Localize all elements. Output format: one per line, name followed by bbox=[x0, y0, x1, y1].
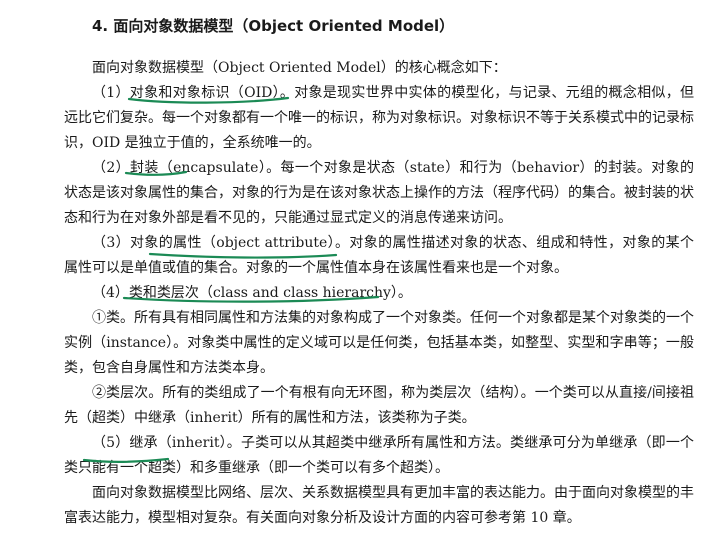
class-definition-paragraph: ①类。所有具有相同属性和方法集的对象构成了一个对象类。任何一个对象都是某个对象类… bbox=[64, 310, 694, 377]
attribute-paragraph: （3）对象的属性（object attribute）。对象的属性描述对象的状态、… bbox=[64, 235, 694, 277]
hierarchy-definition-paragraph: ②类层次。所有的类组成了一个有根有向无环图，称为类层次（结构）。一个类可以从直接… bbox=[64, 385, 694, 427]
document-page: 4. 面向对象数据模型（Object Oriented Model） 面向对象数… bbox=[0, 0, 714, 534]
section-heading: 4. 面向对象数据模型（Object Oriented Model） bbox=[92, 17, 455, 35]
intro-paragraph: 面向对象数据模型（Object Oriented Model）的核心概念如下： bbox=[92, 60, 507, 76]
inheritance-paragraph: （5）继承（inherit）。子类可以从其超类中继承所有属性和方法。类继承可分为… bbox=[64, 435, 694, 477]
class-hierarchy-paragraph: （4）类和类层次（class and class hierarchy）。 bbox=[92, 285, 412, 301]
summary-paragraph: 面向对象数据模型比网络、层次、关系数据模型具有更加丰富的表达能力。由于面向对象模… bbox=[64, 485, 694, 527]
oid-paragraph: （1）对象和对象标识（OID）。对象是现实世界中实体的模型化，与记录、元组的概念… bbox=[64, 85, 694, 152]
encapsulation-paragraph: （2）封装（encapsulate）。每一个对象是状态（state）和行为（be… bbox=[64, 160, 694, 227]
